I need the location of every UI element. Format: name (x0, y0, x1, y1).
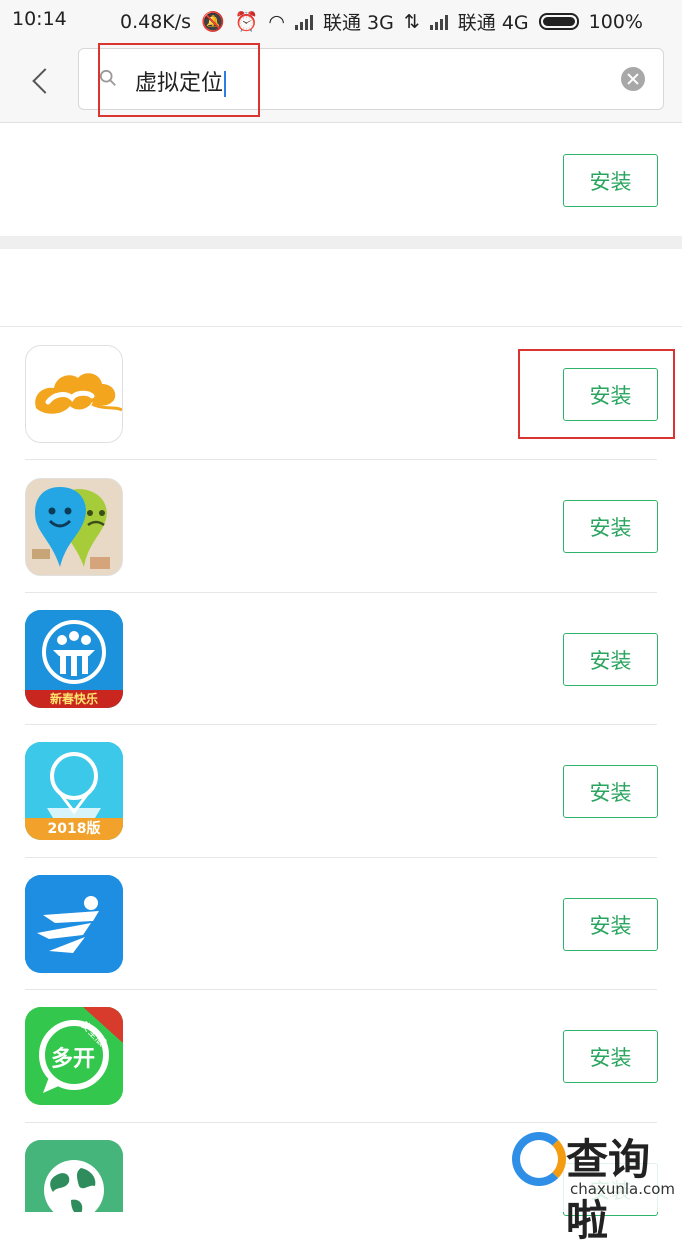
divider (0, 326, 682, 327)
data-transfer-icon: ⇅ (403, 10, 420, 33)
back-icon[interactable] (26, 62, 54, 98)
clear-icon[interactable] (621, 67, 645, 91)
app-icon-globe[interactable] (25, 1140, 123, 1212)
signal-icon (295, 14, 314, 30)
search-input[interactable]: 虚拟定位 (78, 48, 664, 110)
divider (25, 724, 657, 725)
app-icon-running-man[interactable] (25, 875, 123, 973)
search-header: 虚拟定位 (0, 40, 682, 123)
install-button[interactable]: 安装 (563, 1030, 658, 1083)
cloud-logo-icon (35, 373, 122, 414)
search-query: 虚拟定位 (135, 65, 227, 97)
watermark: 查询啦 chaxunla.com (506, 1126, 682, 1245)
icon-badge: 2018版 (47, 821, 101, 837)
status-time: 10:14 (12, 8, 67, 30)
divider (25, 459, 657, 460)
carrier-4g: 联通 4G (457, 12, 529, 34)
search-icon (99, 69, 116, 86)
install-button[interactable]: 安装 (563, 765, 658, 818)
divider (25, 1122, 657, 1123)
divider (25, 989, 657, 990)
divider (25, 592, 657, 593)
app-icon-map-pin[interactable]: 2018版 (25, 742, 123, 840)
running-man-icon (25, 875, 123, 973)
watermark-logo-icon (512, 1132, 566, 1186)
install-button[interactable]: 安装 (563, 500, 658, 553)
app-icon-multi-open[interactable]: 多开 安全版 (25, 1007, 123, 1105)
status-bar: 10:14 0.48K/s 🔕 ⏰ ◠ 联通 3G ⇅ 联通 4G 100% (0, 0, 682, 40)
app-icon-location-pins[interactable] (25, 478, 123, 576)
alarm-icon: ⏰ (234, 11, 259, 33)
section-separator (0, 236, 682, 249)
install-button[interactable]: 安装 (563, 898, 658, 951)
carrier-3g: 联通 3G (323, 12, 394, 34)
network-speed: 0.48K/s (120, 10, 192, 33)
location-pins-icon (26, 479, 122, 575)
divider (25, 857, 657, 858)
install-button[interactable]: 安装 (563, 154, 658, 207)
status-indicators: 0.48K/s 🔕 ⏰ ◠ 联通 3G ⇅ 联通 4G 100% (120, 8, 643, 35)
app-icon-cloud[interactable] (25, 345, 123, 443)
mute-icon: 🔕 (201, 11, 225, 33)
app-icon-family-locator[interactable]: 新春快乐 (25, 610, 123, 708)
battery-icon (538, 13, 579, 30)
wifi-icon: ◠ (268, 10, 286, 33)
signal-icon (429, 14, 448, 30)
battery-percent: 100% (588, 10, 643, 33)
install-button[interactable]: 安装 (563, 368, 658, 421)
globe-icon (25, 1140, 123, 1212)
icon-text: 多开 (51, 1047, 96, 1072)
icon-badge: 新春快乐 (49, 692, 98, 706)
watermark-domain: chaxunla.com (570, 1180, 675, 1198)
install-button[interactable]: 安装 (563, 633, 658, 686)
